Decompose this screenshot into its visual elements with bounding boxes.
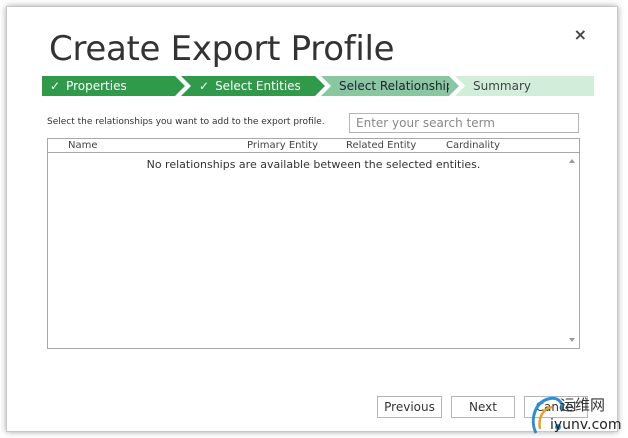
watermark-logo: 运维网 iyunv.com [528,393,628,438]
relationships-grid: Name Primary Entity Related Entity Cardi… [47,138,580,349]
step-select-relationships[interactable]: Select Relationships [321,76,460,96]
column-name[interactable]: Name [68,140,98,151]
dialog-title: Create Export Profile [49,29,395,69]
next-button[interactable]: Next [451,396,515,418]
watermark-url-text: iyunv.com [550,417,622,433]
column-cardinality[interactable]: Cardinality [446,140,500,151]
column-related-entity[interactable]: Related Entity [346,140,416,151]
grid-header: Name Primary Entity Related Entity Cardi… [48,139,579,153]
step-label: Select Entities [215,79,301,93]
instruction-text: Select the relationships you want to add… [47,117,325,127]
step-arrow [175,76,185,96]
step-summary[interactable]: Summary [455,76,594,96]
previous-button[interactable]: Previous [377,396,442,418]
grid-scrollbar[interactable] [565,153,579,348]
search-input[interactable] [349,113,579,133]
column-primary-entity[interactable]: Primary Entity [247,140,318,151]
check-icon: ✓ [199,79,210,93]
step-properties[interactable]: ✓ Properties [42,76,185,96]
step-label: Summary [473,79,531,93]
step-select-entities[interactable]: ✓ Select Entities [181,76,325,96]
step-arrow [449,76,459,96]
empty-message: No relationships are available between t… [146,158,481,171]
step-label: Properties [66,79,127,93]
scroll-down-icon[interactable] [569,338,575,342]
close-icon[interactable]: × [574,27,587,43]
check-icon: ✓ [50,79,61,93]
watermark-cn-text: 运维网 [560,396,606,414]
step-label: Select Relationships [339,79,460,93]
step-arrow [315,76,325,96]
scroll-up-icon[interactable] [569,159,575,163]
wizard-steps: ✓ Properties ✓ Select Entities Select Rela… [42,76,594,96]
